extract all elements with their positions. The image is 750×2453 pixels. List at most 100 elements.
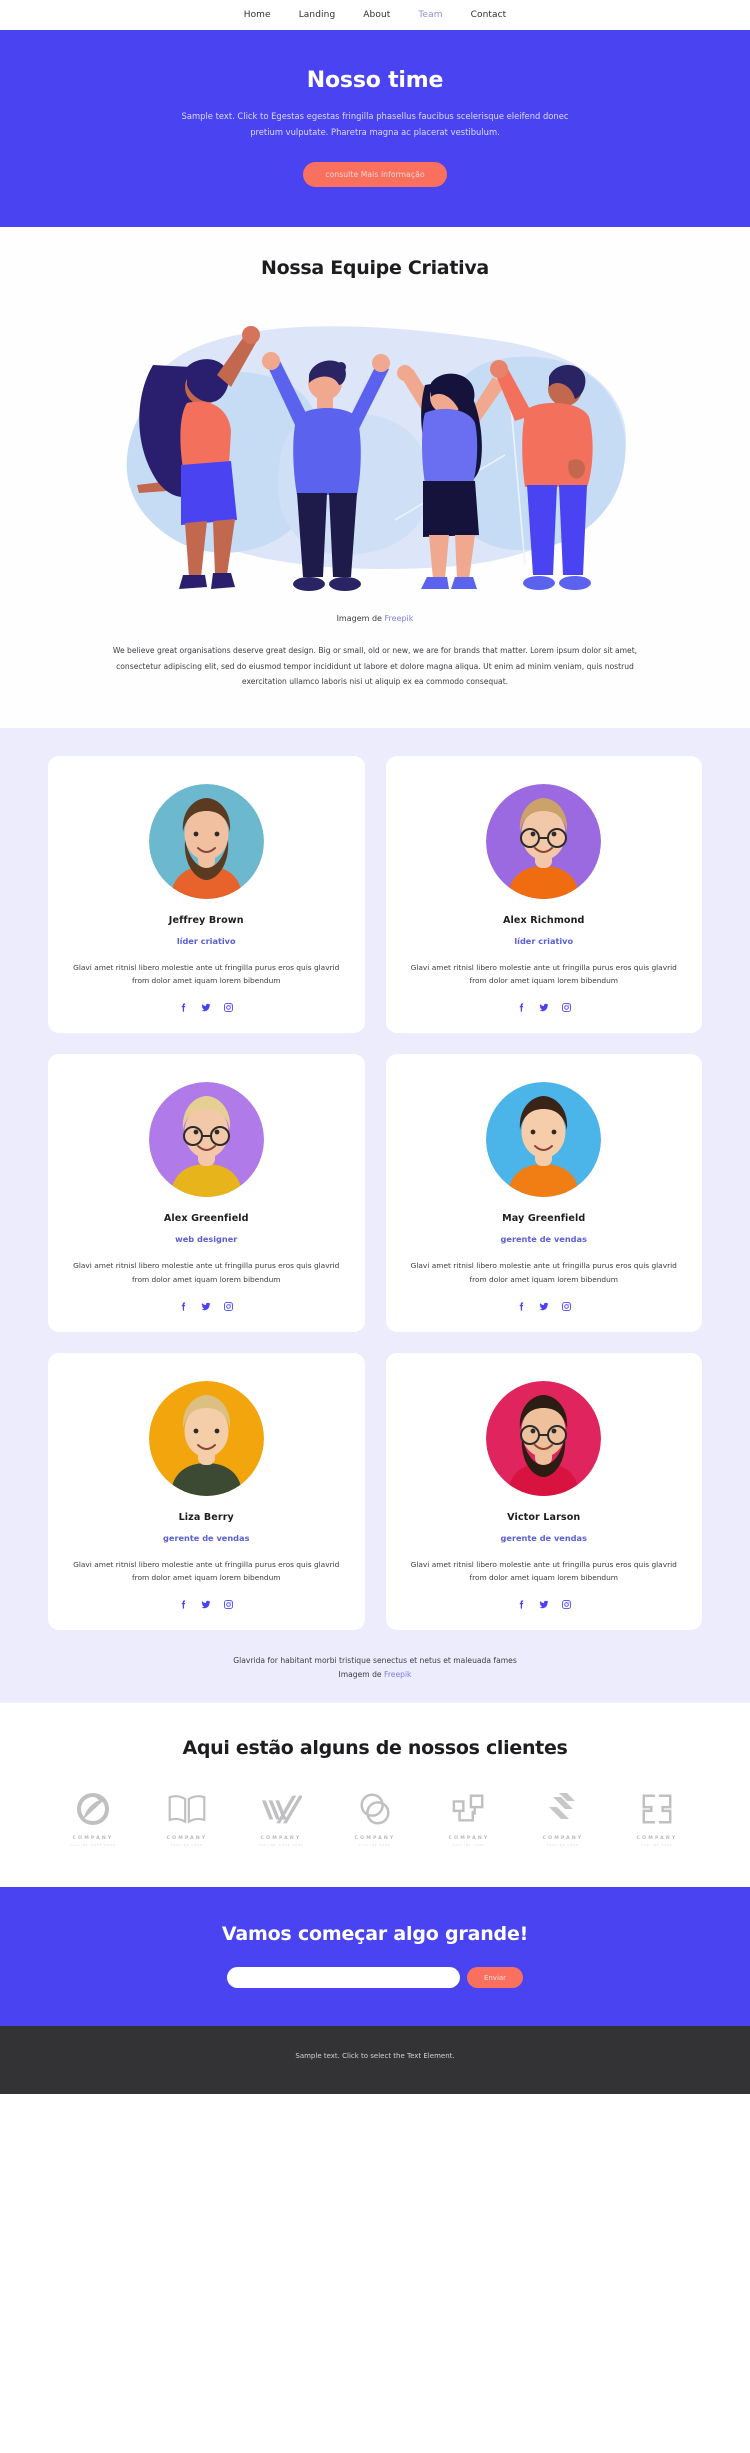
member-avatar: [148, 783, 264, 899]
instagram-icon[interactable]: [561, 1599, 572, 1610]
member-name: Victor Larson: [507, 1511, 581, 1523]
facebook-icon[interactable]: [178, 1002, 189, 1013]
team-member-card: Alex Greenfield web designer Glavi amet …: [48, 1054, 365, 1332]
nav-item-home[interactable]: Home: [244, 10, 271, 20]
twitter-icon[interactable]: [200, 1301, 212, 1312]
team-member-card: Victor Larson gerente de vendas Glavi am…: [385, 1352, 702, 1630]
client-logo-tagline: TAGLINE GOES HERE: [70, 1844, 116, 1848]
facebook-icon[interactable]: [178, 1301, 189, 1312]
twitter-icon[interactable]: [200, 1599, 212, 1610]
member-role: líder criativo: [514, 935, 574, 946]
team-footnote: Glavrida for habitant morbi tristique se…: [0, 1654, 750, 1681]
client-logo-tagline: TAGLINE HERE: [641, 1844, 673, 1848]
member-social-links: [404, 1599, 685, 1610]
team-footnote-text: Glavrida for habitant morbi tristique se…: [233, 1655, 517, 1665]
nav-item-landing[interactable]: Landing: [299, 10, 336, 20]
team-members-section: Jeffrey Brown líder criativo Glavi amet …: [0, 727, 750, 1704]
cta-title: Vamos começar algo grande!: [221, 1923, 529, 1946]
open-book-icon: [167, 1789, 207, 1829]
twitter-icon[interactable]: [200, 1002, 212, 1013]
instagram-icon[interactable]: [561, 1002, 572, 1013]
member-role: líder criativo: [176, 935, 236, 946]
member-name: Jeffrey Brown: [168, 914, 244, 926]
team-member-card: Alex Richmond líder criativo Glavi amet …: [385, 755, 702, 1034]
credit-prefix: Imagem de: [336, 614, 385, 624]
client-logo: COMPANY TAGLINE HERE: [339, 1789, 411, 1847]
client-logo-name: COMPANY: [260, 1836, 302, 1842]
client-logo-tagline: TAGLINE HERE: [359, 1844, 391, 1848]
team-member-card: Liza Berry gerente de vendas Glavi amet …: [48, 1352, 365, 1630]
cta-section: Vamos começar algo grande! Enviar: [0, 1887, 750, 2027]
client-logo-name: COMPANY: [542, 1836, 584, 1842]
member-description: Glavi amet ritnisl libero molestie ante …: [73, 1261, 340, 1284]
team-illustration: [95, 305, 655, 605]
clients-title: Aqui estão alguns de nossos clientes: [182, 1737, 568, 1760]
client-logo-name: COMPANY: [636, 1836, 678, 1842]
client-logo: COMPANY TAGLINE GOES HERE: [245, 1789, 317, 1847]
client-logo-name: COMPANY: [354, 1836, 396, 1842]
client-logo-tagline: TAGLINE GOES HERE: [258, 1844, 304, 1848]
chevron-lines-icon: [260, 1789, 302, 1829]
top-navigation: Home Landing About Team Contact: [0, 0, 750, 30]
member-role: web designer: [175, 1234, 238, 1245]
facebook-icon[interactable]: [178, 1599, 189, 1610]
client-logo-row: COMPANY TAGLINE GOES HERE COMPANY TAGLIN…: [0, 1789, 750, 1847]
creative-team-paragraph: We believe great organisations deserve g…: [112, 646, 638, 687]
member-avatar: [486, 1380, 602, 1496]
member-avatar: [148, 1380, 264, 1496]
member-role: gerente de vendas: [500, 1234, 587, 1245]
page-root: Home Landing About Team Contact Nosso ti…: [0, 0, 750, 2095]
nav-item-about[interactable]: About: [363, 10, 390, 20]
member-social-links: [404, 1301, 685, 1312]
member-role: gerente de vendas: [163, 1532, 250, 1543]
client-logo: COMPANY TAGLINE HERE: [527, 1789, 599, 1847]
instagram-icon[interactable]: [223, 1599, 234, 1610]
hero-section: Nosso time Sample text. Click to Egestas…: [0, 30, 750, 228]
subscribe-form: Enviar: [0, 1967, 750, 1989]
team-grid: Jeffrey Brown líder criativo Glavi amet …: [48, 755, 702, 1630]
double-bracket-icon: [638, 1789, 676, 1829]
twitter-icon[interactable]: [538, 1002, 550, 1013]
member-name: Alex Richmond: [502, 914, 585, 926]
hero-title: Nosso time: [306, 68, 444, 93]
instagram-icon[interactable]: [561, 1301, 572, 1312]
client-logo-tagline: TAGLINE HERE: [453, 1844, 485, 1848]
team-celebration-illustration-svg: [126, 326, 627, 592]
nav-item-team[interactable]: Team: [418, 10, 442, 20]
team-freepik-link[interactable]: Freepik: [384, 1670, 411, 1679]
submit-button[interactable]: Enviar: [466, 1967, 524, 1989]
client-logo: COMPANY TAGLINE HERE: [621, 1789, 693, 1847]
hero-subtitle: Sample text. Click to Egestas egestas fr…: [181, 111, 569, 137]
twitter-icon[interactable]: [538, 1599, 550, 1610]
facebook-icon[interactable]: [516, 1301, 527, 1312]
member-social-links: [66, 1599, 347, 1610]
page-footer: Sample text. Click to select the Text El…: [0, 2026, 750, 2095]
member-social-links: [66, 1002, 347, 1013]
ellipse-swirl-icon: [73, 1789, 113, 1829]
email-input[interactable]: [226, 1967, 460, 1989]
facebook-icon[interactable]: [516, 1002, 527, 1013]
facebook-icon[interactable]: [516, 1599, 527, 1610]
client-logo-name: COMPANY: [72, 1836, 114, 1842]
client-logo-name: COMPANY: [166, 1836, 208, 1842]
team-member-card: May Greenfield gerente de vendas Glavi a…: [385, 1054, 702, 1332]
member-name: Liza Berry: [178, 1511, 234, 1523]
nav-item-contact[interactable]: Contact: [471, 10, 507, 20]
instagram-icon[interactable]: [223, 1301, 234, 1312]
member-role: gerente de vendas: [500, 1532, 587, 1543]
member-social-links: [404, 1002, 685, 1013]
twitter-icon[interactable]: [538, 1301, 550, 1312]
member-avatar: [486, 1082, 602, 1198]
client-logo-tagline: TAGLINE HERE: [171, 1844, 203, 1848]
client-logo: COMPANY TAGLINE GOES HERE: [57, 1789, 129, 1847]
clients-section: Aqui estão alguns de nossos clientes COM…: [0, 1703, 750, 1888]
illustration-credit: Imagem de Freepik: [0, 614, 750, 623]
creative-team-title: Nossa Equipe Criativa: [261, 257, 489, 280]
client-logo: COMPANY TAGLINE HERE: [151, 1789, 223, 1847]
client-logo-tagline: TAGLINE HERE: [547, 1844, 579, 1848]
linked-squares-icon: [450, 1789, 488, 1829]
footer-text: Sample text. Click to select the Text El…: [295, 2052, 455, 2061]
freepik-link[interactable]: Freepik: [385, 614, 414, 623]
instagram-icon[interactable]: [223, 1002, 234, 1013]
hero-cta-button[interactable]: consulte Mais informação: [303, 162, 447, 188]
